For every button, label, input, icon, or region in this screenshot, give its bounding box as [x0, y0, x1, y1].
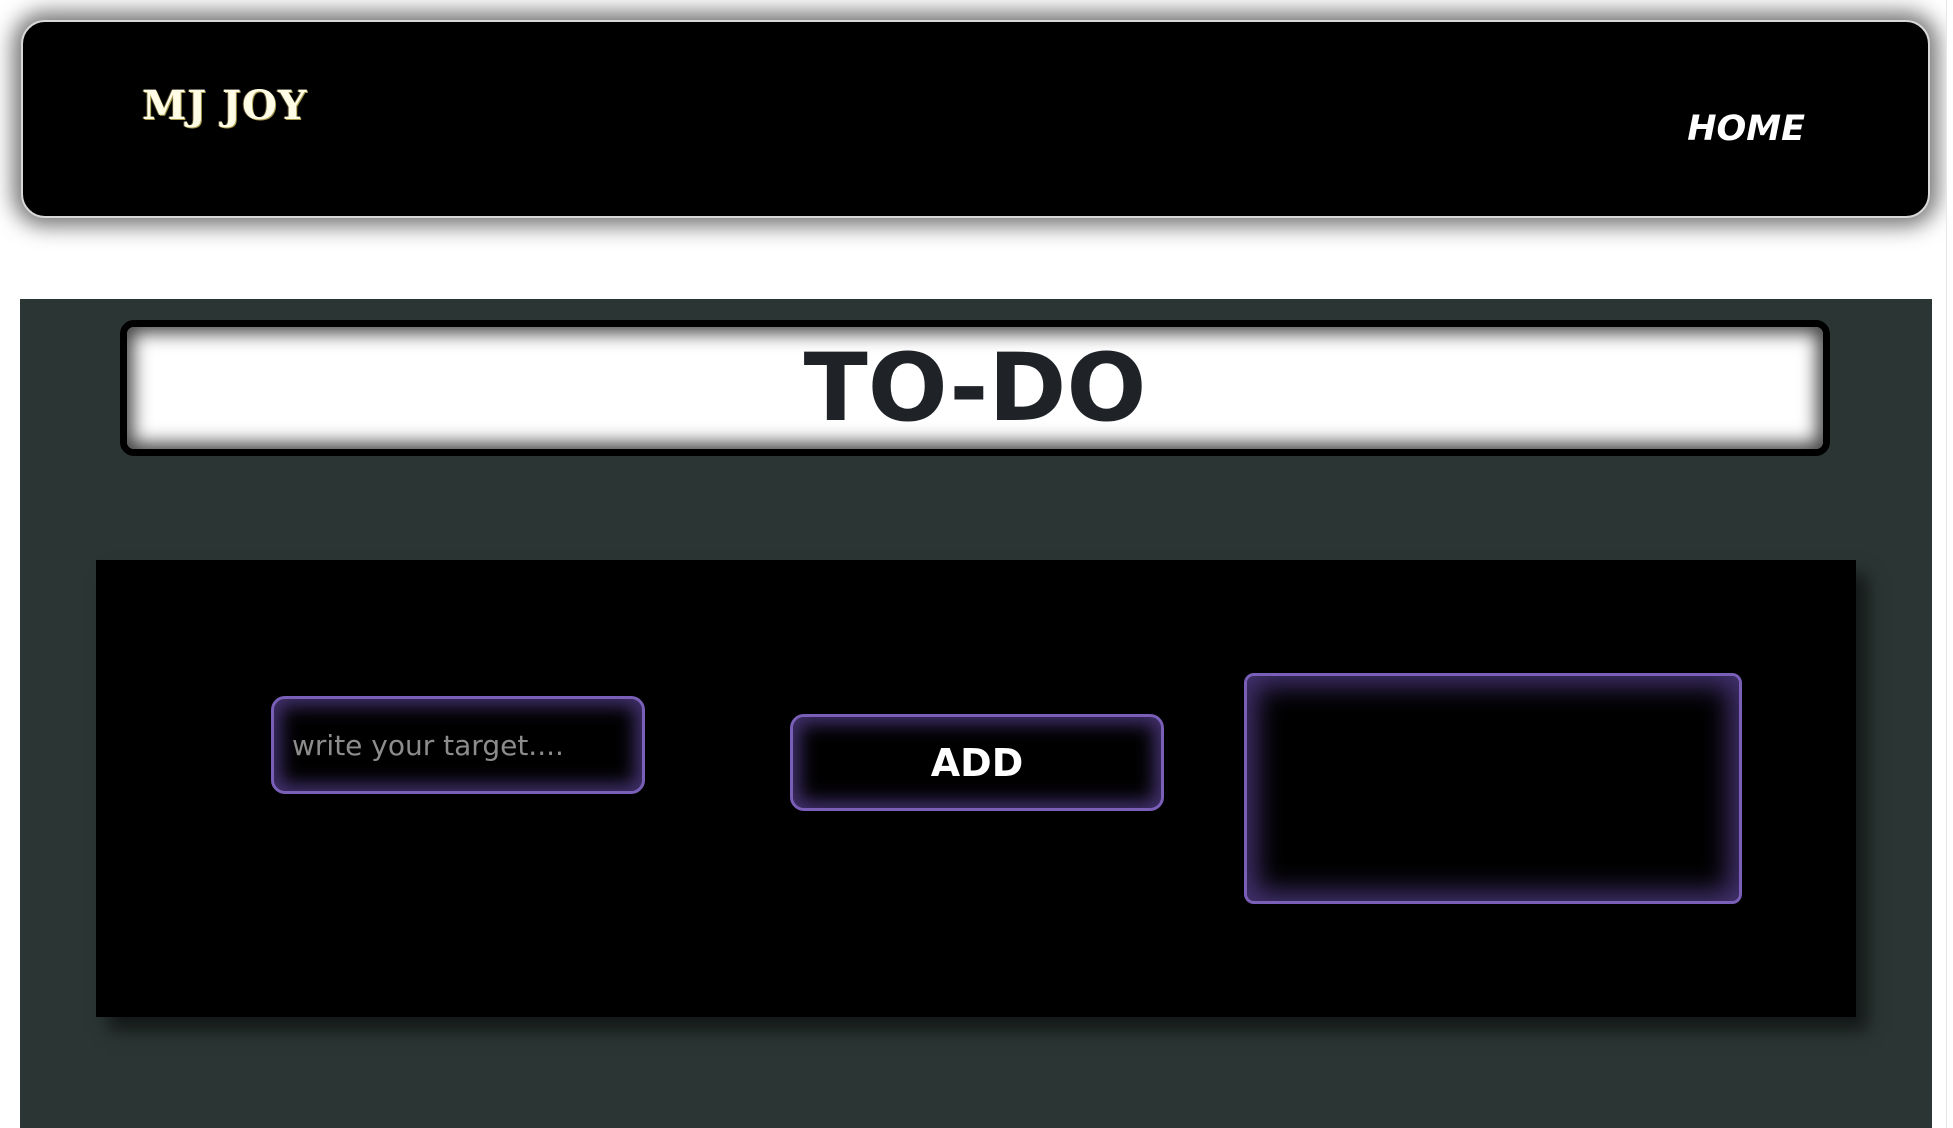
- title-box: TO-DO: [120, 320, 1830, 456]
- todo-panel: ADD: [96, 560, 1856, 1017]
- brand-logo: MJ JOY: [142, 82, 308, 129]
- page-title: TO-DO: [803, 334, 1147, 443]
- nav-home-link[interactable]: HOME: [1687, 112, 1805, 147]
- add-button[interactable]: ADD: [790, 714, 1164, 811]
- page-scroll-edge: [1946, 0, 1953, 1128]
- task-input[interactable]: [271, 696, 645, 794]
- navbar: MJ JOY HOME: [21, 20, 1930, 218]
- main-section: TO-DO ADD: [20, 299, 1932, 1128]
- task-list: [1244, 673, 1742, 904]
